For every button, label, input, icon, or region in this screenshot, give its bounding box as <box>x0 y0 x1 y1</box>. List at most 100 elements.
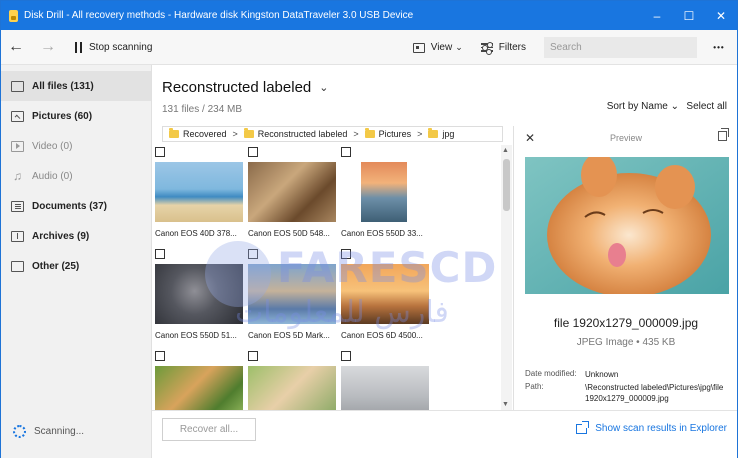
preview-title: Preview <box>609 133 642 143</box>
thumbnail-image <box>361 162 407 222</box>
select-checkbox[interactable] <box>155 147 165 157</box>
filters-icon <box>480 42 493 54</box>
select-checkbox[interactable] <box>341 147 351 157</box>
main-panel: Reconstructed labeled ⌄ 131 files / 234 … <box>152 65 737 458</box>
maximize-button[interactable]: ☐ <box>673 1 705 30</box>
select-checkbox[interactable] <box>248 249 258 259</box>
explorer-label: Show scan results in Explorer <box>595 423 727 434</box>
more-options-icon[interactable]: ••• <box>709 43 729 52</box>
path-label: Path: <box>525 382 544 391</box>
date-modified-row: Date modified: Unknown <box>525 369 730 380</box>
file-tile[interactable] <box>248 351 338 410</box>
document-icon <box>11 200 24 212</box>
chevron-down-icon: ⌄ <box>319 82 329 94</box>
window-controls: – ☐ ✕ <box>641 1 737 30</box>
select-checkbox[interactable] <box>155 249 165 259</box>
path-value: \Reconstructed labeled\Pictures\jpg\file… <box>585 383 724 403</box>
select-checkbox[interactable] <box>155 351 165 361</box>
chevron-right-icon: > <box>417 129 423 139</box>
sidebar-item-audio[interactable]: ♫ Audio (0) <box>1 161 151 191</box>
sidebar-item-video[interactable]: Video (0) <box>1 131 151 161</box>
file-tile[interactable]: Canon EOS 50D 548... <box>248 147 338 238</box>
file-caption: Canon EOS 550D 51... <box>155 331 237 340</box>
scrollbar-thumb[interactable] <box>503 159 510 211</box>
page-title: Reconstructed labeled <box>162 79 312 96</box>
chevron-down-icon: ⌄ <box>455 42 463 52</box>
thumbnail-image <box>341 366 429 410</box>
select-checkbox[interactable] <box>248 147 258 157</box>
sidebar-item-label: Audio (0) <box>32 170 73 182</box>
breadcrumb-item[interactable]: Reconstructed labeled <box>238 128 347 139</box>
breadcrumb-item[interactable]: Pictures <box>359 128 411 139</box>
forward-arrow-icon[interactable]: → <box>35 38 61 56</box>
back-arrow-icon[interactable]: ← <box>3 38 29 56</box>
file-tile[interactable]: Canon EOS 550D 51... <box>155 249 245 340</box>
sidebar-item-documents[interactable]: Documents (37) <box>1 191 151 221</box>
sidebar-item-label: Video (0) <box>32 140 73 152</box>
file-caption: Canon EOS 5D Mark... <box>248 331 330 340</box>
date-modified-label: Date modified: <box>525 369 577 378</box>
path-row: Path: \Reconstructed labeled\Pictures\jpg… <box>525 382 730 404</box>
folder-selector[interactable]: Reconstructed labeled ⌄ <box>162 79 328 96</box>
stop-scanning-button[interactable]: Stop scanning <box>75 41 153 53</box>
sidebar-item-other[interactable]: Other (25) <box>1 251 151 281</box>
file-summary: 131 files / 234 MB <box>162 104 243 115</box>
file-icon <box>11 80 24 92</box>
title-bar: Disk Drill - All recovery methods - Hard… <box>1 1 737 30</box>
sidebar-item-pictures[interactable]: Pictures (60) <box>1 101 151 131</box>
music-note-icon: ♫ <box>13 169 22 183</box>
file-tile[interactable] <box>155 351 245 410</box>
show-in-explorer-link[interactable]: Show scan results in Explorer <box>576 420 727 434</box>
file-caption: Canon EOS 550D 33... <box>341 229 423 238</box>
spinner-icon <box>13 425 26 438</box>
view-button[interactable]: View ⌄ <box>412 42 463 53</box>
filters-button[interactable]: Filters <box>480 42 526 54</box>
scroll-down-icon[interactable]: ▼ <box>502 401 509 408</box>
sidebar-item-label: All files (131) <box>32 80 94 92</box>
scroll-up-icon[interactable]: ▲ <box>502 147 509 154</box>
select-checkbox[interactable] <box>341 249 351 259</box>
file-tile[interactable] <box>341 351 431 410</box>
grid-scrollbar[interactable]: ▲ ▼ <box>501 145 512 410</box>
footer-bar: Recover all... Show scan results in Expl… <box>152 410 737 458</box>
sort-dropdown[interactable]: Sort by Name ⌄ <box>607 101 679 112</box>
thumbnail-image <box>248 366 336 410</box>
toolbar: ← → Stop scanning View ⌄ Filters ••• <box>1 30 737 65</box>
sidebar: All files (131) Pictures (60) Video (0) … <box>1 65 152 458</box>
view-label: View <box>430 42 453 53</box>
select-all-button[interactable]: Select all <box>686 101 727 112</box>
recover-all-button[interactable]: Recover all... <box>162 418 256 441</box>
select-checkbox[interactable] <box>248 351 258 361</box>
scanning-status: Scanning... <box>13 425 84 438</box>
thumbnail-image <box>341 264 429 324</box>
folder-icon <box>169 128 179 138</box>
breadcrumb-item[interactable]: jpg <box>422 128 454 139</box>
select-checkbox[interactable] <box>341 351 351 361</box>
close-window-button[interactable]: ✕ <box>705 1 737 30</box>
thumbnail-image <box>155 162 243 222</box>
folder-icon <box>243 128 254 138</box>
sidebar-item-all-files[interactable]: All files (131) <box>1 71 151 101</box>
file-tile[interactable]: Canon EOS 5D Mark... <box>248 249 338 340</box>
file-grid: Canon EOS 40D 378... Canon EOS 50D 548..… <box>152 145 501 410</box>
sidebar-item-label: Documents (37) <box>32 200 108 212</box>
breadcrumb-item[interactable]: Recovered <box>163 128 227 139</box>
minimize-button[interactable]: – <box>641 1 673 30</box>
sidebar-item-label: Pictures (60) <box>32 110 93 122</box>
archive-icon <box>11 230 24 242</box>
sidebar-item-archives[interactable]: Archives (9) <box>1 221 151 251</box>
search-input[interactable] <box>544 37 697 58</box>
open-external-icon[interactable] <box>718 128 729 141</box>
file-caption: Canon EOS 50D 548... <box>248 229 330 238</box>
stop-scanning-label: Stop scanning <box>89 41 153 53</box>
thumbnail-image <box>155 264 243 324</box>
preview-filename: file 1920x1279_000009.jpg <box>553 316 699 330</box>
chevron-right-icon: > <box>232 129 238 139</box>
file-caption: Canon EOS 40D 378... <box>155 229 237 238</box>
file-tile[interactable]: Canon EOS 550D 33... <box>341 147 431 238</box>
external-link-icon <box>576 420 590 434</box>
chevron-right-icon: > <box>353 129 359 139</box>
breadcrumb: Recovered > Reconstructed labeled > Pict… <box>162 126 503 142</box>
file-tile[interactable]: Canon EOS 6D 4500... <box>341 249 431 340</box>
file-tile[interactable]: Canon EOS 40D 378... <box>155 147 245 238</box>
